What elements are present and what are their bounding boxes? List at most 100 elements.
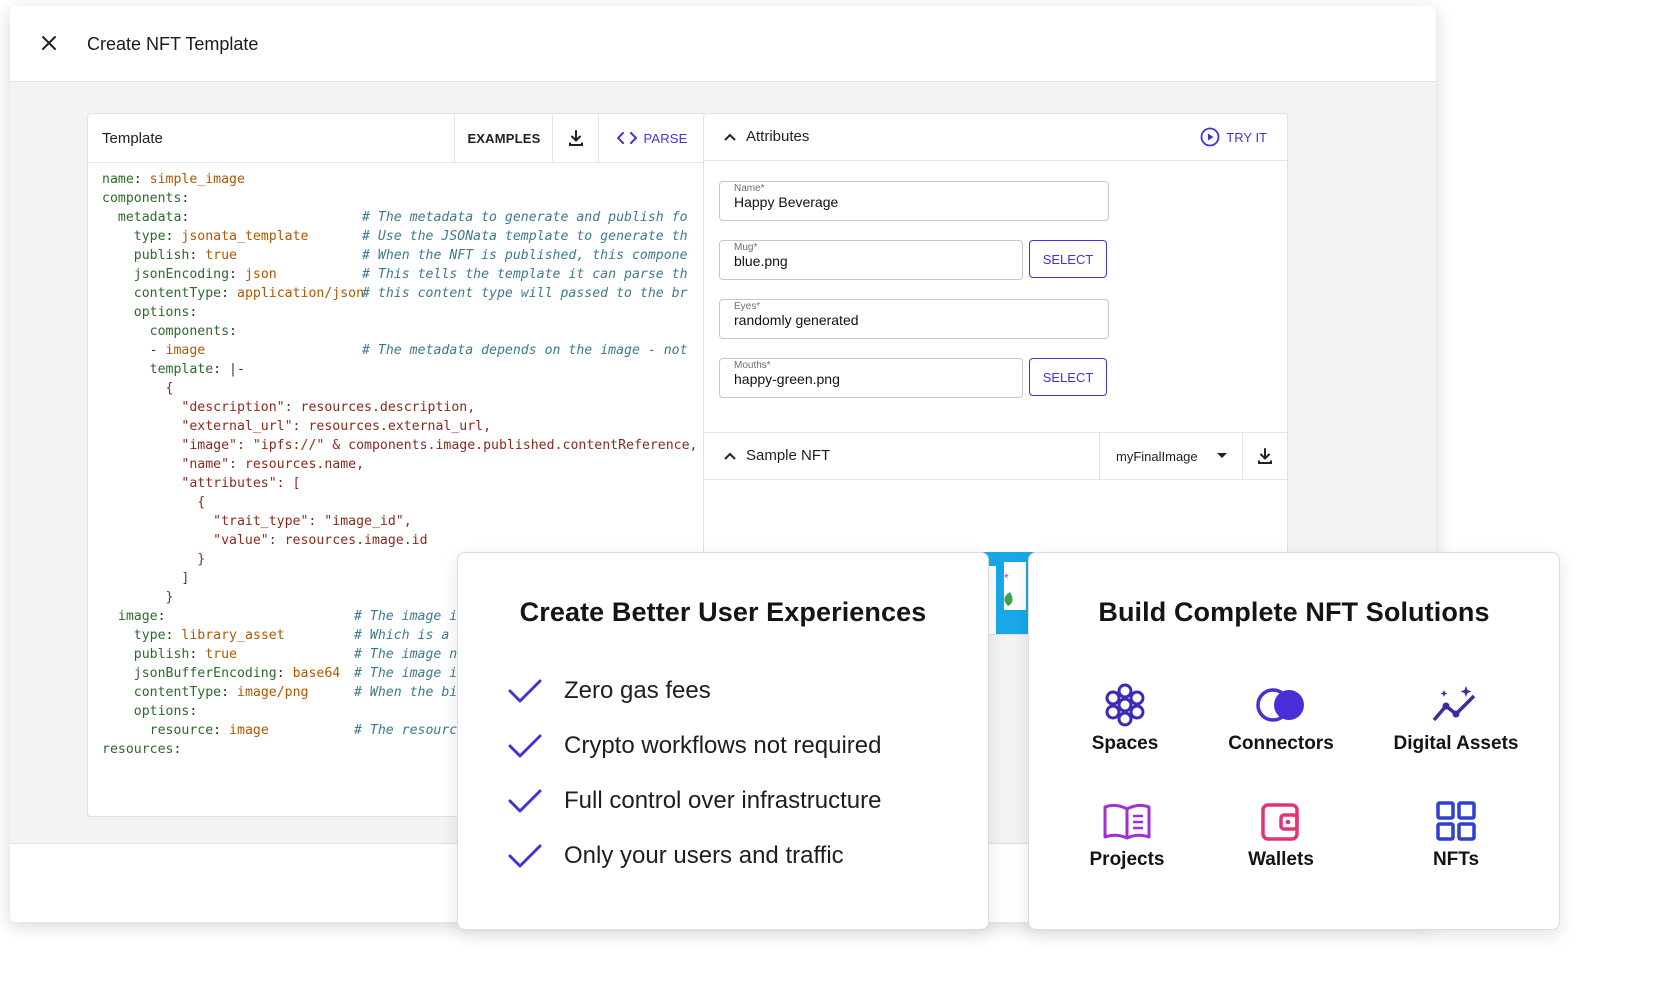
code-comment: # Use the JSONata template to generate t… bbox=[362, 229, 688, 244]
feature-text: Crypto workflows not required bbox=[564, 732, 882, 759]
mouths-select-button[interactable]: SELECT bbox=[1029, 358, 1107, 396]
code-token: resources bbox=[102, 742, 174, 757]
tile-projects: Projects bbox=[1047, 797, 1207, 871]
code-token: : bbox=[221, 685, 237, 700]
feature-item: Zero gas fees bbox=[508, 671, 711, 711]
code-comment: # The resource bbox=[354, 723, 466, 738]
user-experience-card: Create Better User Experiences Zero gas … bbox=[457, 552, 989, 930]
download-sample-button[interactable] bbox=[1242, 433, 1287, 479]
code-token: : bbox=[189, 704, 198, 719]
code-token: : bbox=[181, 191, 190, 206]
connectors-icon bbox=[1256, 688, 1304, 722]
code-token: image bbox=[165, 343, 206, 358]
code-line: jsonEncoding: json # This tells the templ… bbox=[102, 265, 705, 284]
attributes-header[interactable]: Attributes TRY IT bbox=[704, 114, 1287, 161]
code-token: true bbox=[205, 647, 237, 662]
code-comment: # When the NFT is published, this compon… bbox=[362, 248, 688, 263]
examples-button[interactable]: EXAMPLES bbox=[454, 114, 553, 162]
name-field[interactable]: Name* Happy Beverage bbox=[719, 181, 1109, 221]
feature-text: Only your users and traffic bbox=[564, 842, 844, 869]
code-line: "description": resources.description, bbox=[102, 398, 705, 417]
template-toolbar: Template EXAMPLES PARSE bbox=[88, 114, 705, 163]
code-token: contentType bbox=[133, 685, 222, 700]
tile-connectors-label: Connectors bbox=[1228, 733, 1334, 754]
code-token: : bbox=[221, 286, 237, 301]
code-line: "attributes": [ bbox=[102, 474, 705, 493]
mug-select-button[interactable]: SELECT bbox=[1029, 240, 1107, 278]
code-token: - bbox=[102, 343, 166, 358]
play-circle-icon bbox=[1200, 127, 1220, 147]
eyes-field-value: randomly generated bbox=[734, 312, 859, 328]
code-token: publish bbox=[133, 647, 190, 662]
code-token: name bbox=[102, 172, 134, 187]
digital-assets-icon bbox=[1432, 686, 1476, 722]
dialog-header: Create NFT Template bbox=[10, 6, 1436, 82]
code-line: "name": resources.name, bbox=[102, 455, 705, 474]
eyes-field[interactable]: Eyes* randomly generated bbox=[719, 299, 1109, 339]
try-it-button[interactable]: TRY IT bbox=[1200, 127, 1267, 147]
attributes-title: Attributes bbox=[746, 128, 810, 145]
sample-image-dropdown[interactable]: myFinalImage bbox=[1099, 433, 1244, 479]
code-comment: # this content type will passed to the b… bbox=[362, 286, 688, 301]
code-comment: # The image it bbox=[354, 609, 466, 624]
code-token: "external_url": resources.external_url, bbox=[181, 419, 492, 434]
chevron-up-icon[interactable] bbox=[724, 451, 736, 461]
code-token: json bbox=[244, 267, 277, 282]
code-token: "value": resources.image.id bbox=[213, 533, 428, 548]
code-comment: # This tells the template it can parse t… bbox=[362, 267, 688, 282]
code-token: : bbox=[165, 628, 182, 643]
code-line: contentType: application/json # this cont… bbox=[102, 284, 705, 303]
code-token: jsonEncoding bbox=[133, 267, 230, 282]
feature-text: Full control over infrastructure bbox=[564, 787, 882, 814]
code-line: name: simple_image bbox=[102, 170, 705, 189]
code-token: { bbox=[197, 495, 206, 510]
download-template-button[interactable] bbox=[552, 114, 599, 162]
code-comment: # The image ne bbox=[354, 647, 466, 662]
code-token: : bbox=[181, 210, 190, 225]
nfts-icon bbox=[1436, 801, 1476, 841]
code-token: jsonata_template bbox=[181, 229, 309, 244]
code-token: : bbox=[157, 609, 166, 624]
code-line: - image # The metadata depends on the ima… bbox=[102, 341, 705, 360]
parse-button[interactable]: PARSE bbox=[598, 114, 705, 162]
code-token: : bbox=[165, 229, 182, 244]
name-field-label: Name* bbox=[734, 183, 765, 194]
mug-field[interactable]: Mug* blue.png bbox=[719, 240, 1023, 280]
code-line: { bbox=[102, 379, 705, 398]
code-token: options bbox=[133, 704, 190, 719]
code-line: options: bbox=[102, 303, 705, 322]
code-token: ] bbox=[181, 571, 190, 586]
wallets-icon bbox=[1261, 803, 1299, 841]
code-token: "name": resources.name, bbox=[181, 457, 365, 472]
code-token: components bbox=[102, 191, 182, 206]
chevron-up-icon[interactable] bbox=[724, 132, 736, 142]
code-token: image/png bbox=[237, 685, 309, 700]
code-token: jsonBufferEncoding bbox=[133, 666, 277, 681]
tile-nfts-label: NFTs bbox=[1432, 849, 1480, 870]
code-comment: # Which is a b bbox=[354, 628, 466, 643]
code-token: resource bbox=[149, 723, 214, 738]
code-token: : |- bbox=[213, 362, 245, 377]
close-icon[interactable] bbox=[38, 32, 60, 54]
tile-digital-assets: Digital Assets bbox=[1376, 681, 1536, 755]
code-token: contentType bbox=[133, 286, 222, 301]
name-field-value: Happy Beverage bbox=[734, 194, 839, 210]
code-line: "image": "ipfs://" & components.image.pu… bbox=[102, 436, 705, 455]
caret-down-icon bbox=[1216, 453, 1227, 458]
mouths-field[interactable]: Mouths* happy-green.png bbox=[719, 358, 1023, 398]
code-line: type: jsonata_template # Use the JSONata … bbox=[102, 227, 705, 246]
code-icon bbox=[617, 132, 638, 144]
code-token: "attributes": [ bbox=[181, 476, 301, 491]
